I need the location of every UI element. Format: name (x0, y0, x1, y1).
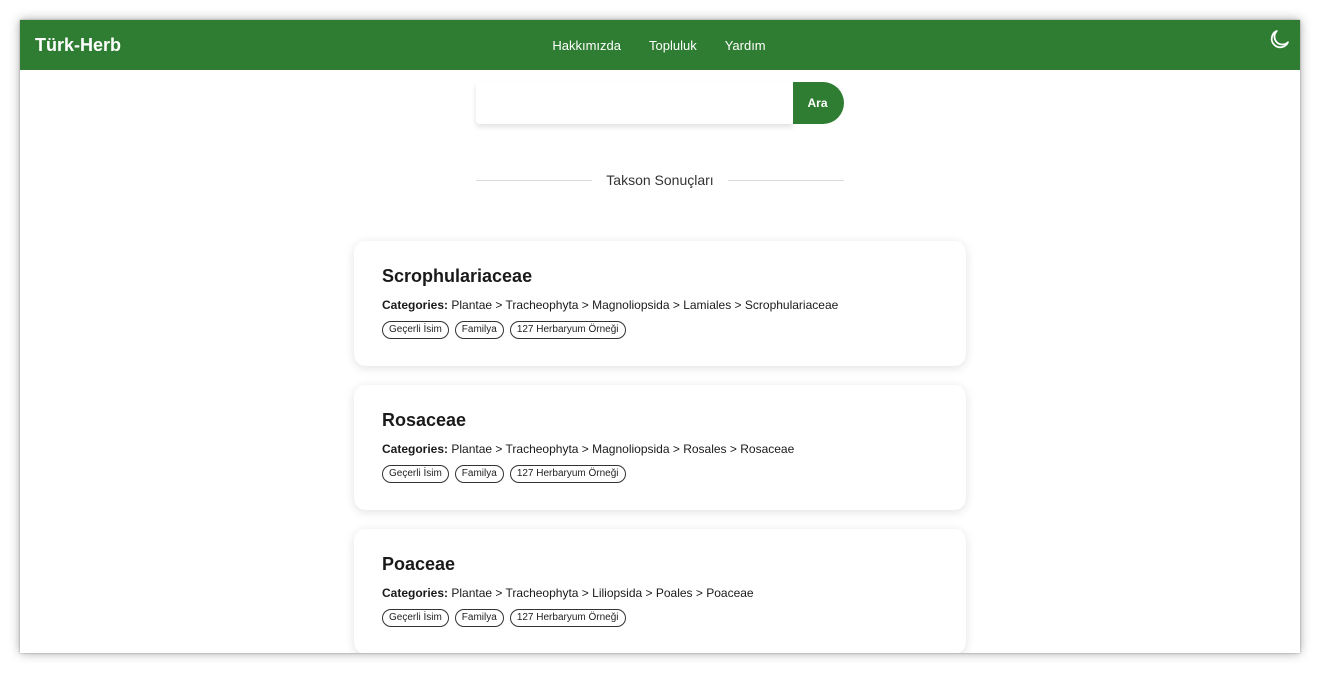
tag-valid-name: Geçerli İsim (382, 609, 449, 627)
taxon-result-card[interactable]: Rosaceae Categories: Plantae > Tracheoph… (354, 385, 966, 510)
tag-rank-family: Familya (454, 609, 504, 627)
categories-label: Categories: (382, 442, 449, 456)
tag-valid-name: Geçerli İsim (382, 465, 449, 483)
tag-herbarium-count: 127 Herbaryum Örneği (509, 465, 626, 483)
taxon-result-card[interactable]: Poaceae Categories: Plantae > Tracheophy… (354, 529, 966, 653)
results-heading: Takson Sonuçları (606, 172, 714, 188)
tag-valid-name: Geçerli İsim (382, 321, 449, 339)
tag-herbarium-count: 127 Herbaryum Örneği (509, 609, 626, 627)
tag-rank-family: Familya (454, 465, 504, 483)
taxon-result-card[interactable]: Scrophulariaceae Categories: Plantae > T… (354, 241, 966, 366)
nav-link-about[interactable]: Hakkımızda (552, 38, 621, 53)
results-section-header: Takson Sonuçları (476, 170, 844, 190)
nav-link-help[interactable]: Yardım (725, 38, 766, 53)
categories-label: Categories: (382, 298, 449, 312)
categories-label: Categories: (382, 586, 449, 600)
moon-icon[interactable] (1268, 27, 1292, 51)
nav-link-community[interactable]: Topluluk (649, 38, 697, 53)
search-button[interactable]: Ara (793, 82, 844, 124)
search-input[interactable] (476, 82, 793, 124)
categories-path: Plantae > Tracheophyta > Liliopsida > Po… (451, 586, 754, 600)
nav-links: Hakkımızda Topluluk Yardım (20, 20, 1300, 70)
divider-line-left (476, 179, 593, 181)
taxon-title[interactable]: Rosaceae (382, 410, 466, 431)
categories-path: Plantae > Tracheophyta > Magnoliopsida >… (451, 298, 839, 312)
taxon-tags: Geçerli İsim Familya 127 Herbaryum Örneğ… (382, 465, 626, 483)
taxon-tags: Geçerli İsim Familya 127 Herbaryum Örneğ… (382, 609, 626, 627)
tag-herbarium-count: 127 Herbaryum Örneği (509, 321, 626, 339)
taxon-categories: Categories: Plantae > Tracheophyta > Mag… (382, 442, 794, 456)
app-window: Türk-Herb Hakkımızda Topluluk Yardım Ara… (20, 20, 1300, 653)
divider-line-right (727, 179, 844, 181)
search-bar: Ara (476, 82, 844, 124)
categories-path: Plantae > Tracheophyta > Magnoliopsida >… (451, 442, 795, 456)
taxon-categories: Categories: Plantae > Tracheophyta > Lil… (382, 586, 754, 600)
tag-rank-family: Familya (454, 321, 504, 339)
taxon-tags: Geçerli İsim Familya 127 Herbaryum Örneğ… (382, 321, 626, 339)
taxon-title[interactable]: Poaceae (382, 554, 455, 575)
taxon-categories: Categories: Plantae > Tracheophyta > Mag… (382, 298, 838, 312)
top-navbar: Türk-Herb Hakkımızda Topluluk Yardım (20, 20, 1300, 70)
taxon-title[interactable]: Scrophulariaceae (382, 266, 532, 287)
